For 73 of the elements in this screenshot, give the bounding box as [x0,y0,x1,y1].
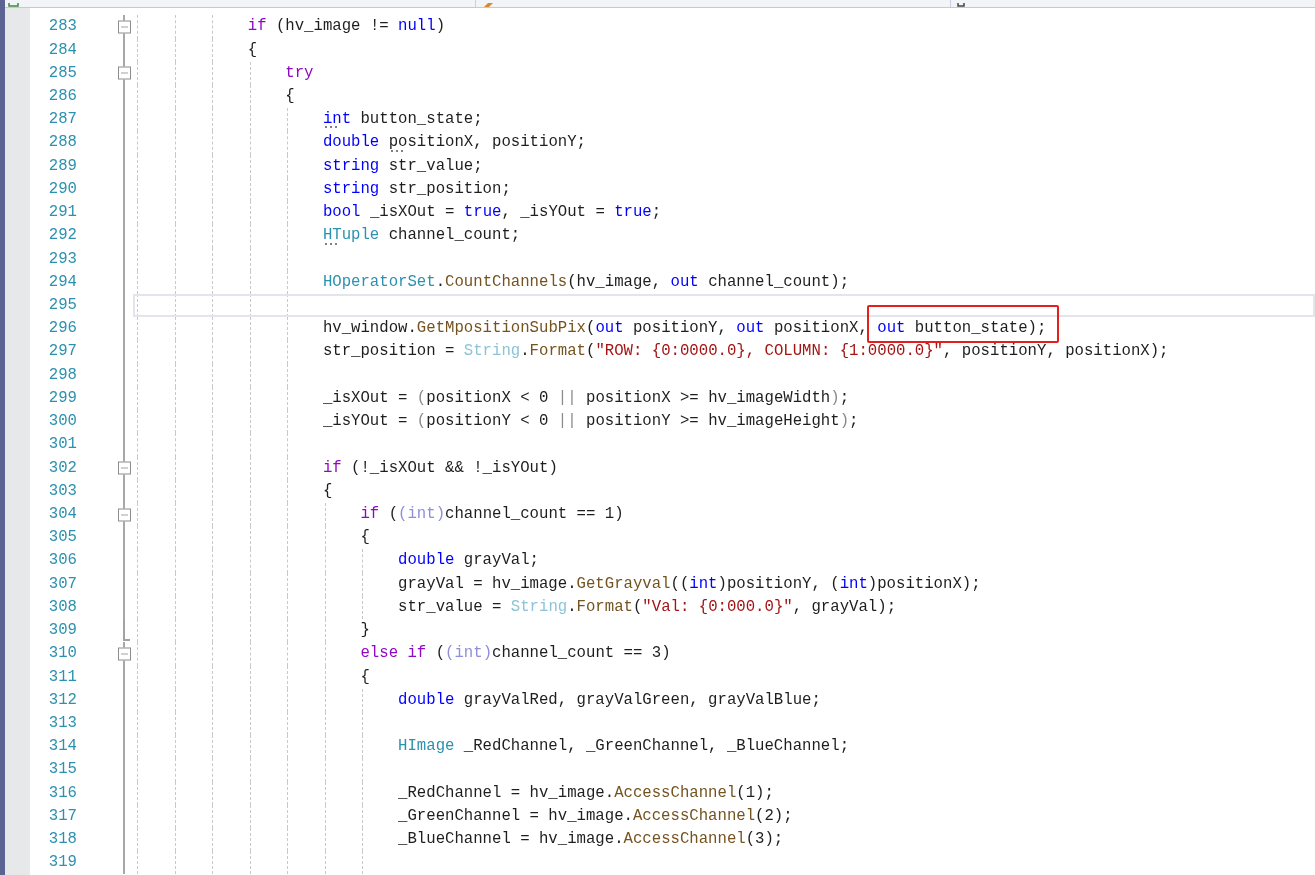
line-number: 301 [47,434,77,456]
code-line: double grayValRed, grayValGreen, grayValBlue; [398,690,821,709]
code-line: string str_position; [322,179,511,198]
line-number: 300 [47,411,77,433]
line-number: 296 [47,318,77,340]
code-line: { [360,667,370,686]
code-line: if ((int)channel_count == 1) [360,505,624,523]
line-number: 293 [47,248,77,270]
line-number: 288 [47,132,77,154]
code-line: double positionX, positionY; [322,133,586,152]
code-line: { [285,87,295,106]
code-line: { [247,40,258,59]
line-number: 319 [47,852,77,874]
line-number: 312 [47,689,77,711]
line-number: 308 [47,596,77,618]
line-number: 297 [47,341,77,363]
code-line: { [322,481,333,500]
line-number: 290 [47,178,77,200]
code-line: bool _isXOut = true, _isYOut = true; [322,203,662,222]
fold-toggle[interactable] [118,508,131,522]
code-line: else if ((int)channel_count == 3) [360,644,671,663]
line-number: 304 [47,504,77,525]
code-line: if (!_isXOut && !_isYOut) [322,458,558,477]
code-line: try [285,63,314,82]
line-number: 317 [47,805,77,827]
line-number: 310 [47,643,77,665]
line-number: 291 [47,202,77,224]
line-number: 289 [47,155,77,177]
line-number: 299 [47,387,77,409]
code-line: _isYOut = (positionY < 0 || positionY >= hv_imageHeight); [322,412,859,431]
line-number: 285 [47,62,77,84]
line-number: 298 [47,364,77,386]
code-line: _GreenChannel = hv_image.AccessChannel(2); [398,806,793,825]
line-number: 307 [47,573,77,595]
code-line: grayVal = hv_image.GetGrayval((int)positionY, (int)positionX); [398,574,981,593]
code-line: HOperatorSet.CountChannels(hv_image, out channel_count); [322,272,850,291]
line-number: 294 [47,271,77,293]
line-number: 315 [47,759,77,781]
fold-toggle[interactable] [118,20,131,34]
line-number: 286 [47,86,77,108]
line-number: 302 [47,457,77,479]
code-line: string str_value; [322,156,483,175]
fold-toggle[interactable] [118,461,131,475]
code-line: _RedChannel = hv_image.AccessChannel(1); [398,783,774,802]
code-line: { [360,528,370,547]
code-line: HTuple channel_count; [322,226,521,245]
code-line: str_position = String.Format("ROW: {0:0000.0}, COLUMN: {1:0000.0}", positionY, positionX); [322,342,1169,361]
line-number: 309 [47,620,77,642]
line-number: 311 [47,666,77,688]
code-line: str_value = String.Format("Val: {0:000.0}", grayVal); [398,597,897,616]
line-number: 295 [47,295,77,316]
code-line: hv_window.GetMpositionSubPix(out positionY, out positionX, out button_state); [322,319,1047,338]
line-number: 313 [47,712,77,734]
code-line: _isXOut = (positionX < 0 || positionX >= hv_imageWidth); [322,388,850,407]
fold-toggle[interactable] [118,647,131,661]
line-number: 284 [47,39,77,61]
code-line: if (hv_image != null) [247,17,446,36]
line-number: 306 [47,550,77,572]
fold-toggle[interactable] [118,66,131,80]
parallelogram-icon [484,3,493,7]
line-number: 283 [47,16,77,38]
code-line: HImage _RedChannel, _GreenChannel, _BlueChannel; [398,737,850,756]
line-number: 318 [47,829,77,851]
line-number: 292 [47,225,77,247]
code-line: _BlueChannel = hv_image.AccessChannel(3); [398,830,784,849]
code-line: int button_state; [322,110,483,129]
line-number: 316 [47,782,77,804]
line-number: 314 [47,736,77,758]
line-number: 287 [47,109,77,131]
code-line: double grayVal; [398,551,539,570]
line-number: 305 [47,527,77,549]
code-line: } [360,621,370,640]
line-number: 303 [47,480,77,502]
